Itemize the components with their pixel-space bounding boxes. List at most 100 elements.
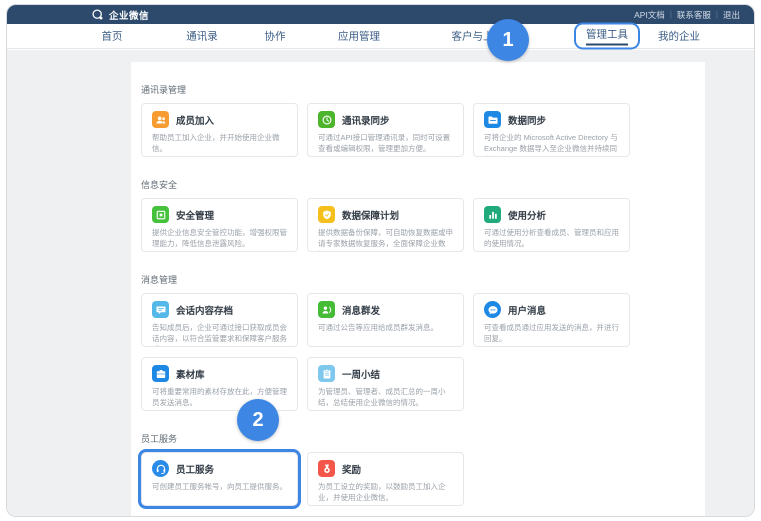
nav-tab-2[interactable]: 通讯录 [186, 29, 218, 44]
browser-window: 企业微信 API文档|联系客服|退出 首页通讯录协作应用管理客户与上下游管理工具… [0, 0, 761, 521]
annotation-badge-1: 1 [487, 19, 529, 61]
section-4: 员工服务员工服务可创建员工服务帐号，向员工提供服务。奖励为员工设立的奖励，以鼓励… [141, 433, 695, 506]
card-header: 使用分析 [484, 206, 621, 223]
nav-tab-label: 我的企业 [658, 31, 700, 43]
card-title: 成员加入 [176, 113, 214, 127]
tool-card[interactable]: 用户消息可查看成员通过应用发送的消息，并进行回复。 [473, 293, 630, 347]
topbar-link-separator: | [670, 10, 672, 19]
card-description: 可查看成员通过应用发送的消息，并进行回复。 [484, 322, 621, 344]
briefcase-icon [152, 365, 169, 382]
card-header: 数据保障计划 [318, 206, 455, 223]
card-title: 安全管理 [176, 208, 214, 222]
tool-card[interactable]: 通讯录同步可通过API接口管理通讯录，同时可设置查看或编辑权限，管理更加方便。 [307, 103, 464, 157]
main-navigation: 首页通讯录协作应用管理客户与上下游管理工具我的企业 [7, 24, 754, 49]
card-header: 奖励 [318, 460, 455, 477]
management-tools-panel: 通讯录管理成员加入帮助员工加入企业，并开始使用企业微信。通讯录同步可通过API接… [131, 62, 705, 516]
tool-card[interactable]: 数据同步可将企业的 Microsoft Active Directory 与 E… [473, 103, 630, 157]
nav-tab-label: 协作 [265, 31, 286, 43]
analytics-icon [484, 206, 501, 223]
card-description: 可通过公告等应用给成员群发消息。 [318, 322, 455, 333]
card-description: 可通过使用分析查看成员、管理员和应用的使用情况。 [484, 227, 621, 249]
card-title: 奖励 [342, 462, 361, 476]
card-description: 可创建员工服务帐号，向员工提供服务。 [152, 481, 289, 492]
tool-card[interactable]: 使用分析可通过使用分析查看成员、管理员和应用的使用情况。 [473, 198, 630, 252]
tool-card[interactable]: 素材库可将重要常用的素材存放在此，方便管理员发送消息。 [141, 357, 298, 411]
nav-tab-label: 首页 [102, 31, 123, 43]
nav-tab-7[interactable]: 我的企业 [658, 29, 700, 44]
sync-icon [318, 111, 335, 128]
card-title: 使用分析 [508, 208, 546, 222]
card-header: 员工服务 [152, 460, 289, 477]
tool-card[interactable]: 奖励为员工设立的奖励，以鼓励员工加入企业，并使用企业微信。 [307, 452, 464, 506]
card-header: 用户消息 [484, 301, 621, 318]
card-title: 数据同步 [508, 113, 546, 127]
nav-tab-label: 通讯录 [186, 31, 218, 43]
medal-icon [318, 460, 335, 477]
card-title: 用户消息 [508, 303, 546, 317]
tool-card[interactable]: 员工服务可创建员工服务帐号，向员工提供服务。 [141, 452, 298, 506]
chat-dots-icon [484, 301, 501, 318]
card-title: 一周小结 [342, 367, 380, 381]
card-header: 消息群发 [318, 301, 455, 318]
card-description: 可通过API接口管理通讯录，同时可设置查看或编辑权限，管理更加方便。 [318, 132, 455, 154]
card-description: 为管理员、管理者、成员汇总的一周小结，总结使用企业微信的情况。 [318, 386, 455, 408]
archive-chat-icon [152, 301, 169, 318]
section-3: 消息管理会话内容存档告知成员后，企业可通过接口获取成员会话内容，以符合监管要求和… [141, 274, 695, 411]
card-description: 为员工设立的奖励，以鼓励员工加入企业，并使用企业微信。 [318, 481, 455, 503]
card-description: 可将企业的 Microsoft Active Directory 与 Excha… [484, 132, 621, 157]
card-title: 通讯录同步 [342, 113, 390, 127]
headset-icon [152, 460, 169, 477]
tool-card[interactable]: 消息群发可通过公告等应用给成员群发消息。 [307, 293, 464, 347]
card-grid: 安全管理提供企业信息安全管控功能，增强权限管理能力，降低信息泄露风险。数据保障计… [141, 198, 630, 252]
brand-name: 企业微信 [109, 8, 149, 22]
card-header: 数据同步 [484, 111, 621, 128]
section-title: 消息管理 [141, 274, 695, 286]
topbar-link-1[interactable]: API文档 [634, 9, 665, 21]
topbar-link-3[interactable]: 退出 [723, 9, 740, 21]
card-title: 数据保障计划 [342, 208, 399, 222]
card-title: 会话内容存档 [176, 303, 233, 317]
wework-admin-window: 企业微信 API文档|联系客服|退出 首页通讯录协作应用管理客户与上下游管理工具… [6, 4, 755, 517]
section-2: 信息安全安全管理提供企业信息安全管控功能，增强权限管理能力，降低信息泄露风险。数… [141, 179, 695, 252]
members-icon [152, 111, 169, 128]
card-description: 提供数据备份保障，可自助恢复数据或申请专家数据恢复服务，全面保障企业数据。 [318, 227, 455, 252]
nav-tab-label: 应用管理 [338, 31, 380, 43]
annotation-badge-2: 2 [237, 399, 279, 441]
tool-card[interactable]: 成员加入帮助员工加入企业，并开始使用企业微信。 [141, 103, 298, 157]
section-title: 信息安全 [141, 179, 695, 191]
section-title: 员工服务 [141, 433, 695, 445]
nav-tab-3[interactable]: 协作 [265, 29, 286, 44]
wework-logo-icon [91, 8, 104, 21]
topbar-links: API文档 | 联系客服 | 退出 [634, 9, 740, 21]
card-description: 提供企业信息安全管控功能，增强权限管理能力，降低信息泄露风险。 [152, 227, 289, 249]
card-header: 成员加入 [152, 111, 289, 128]
section-1: 通讯录管理成员加入帮助员工加入企业，并开始使用企业微信。通讯录同步可通过API接… [141, 84, 695, 157]
broadcast-icon [318, 301, 335, 318]
nav-tab-1[interactable]: 首页 [102, 29, 123, 44]
card-grid: 成员加入帮助员工加入企业，并开始使用企业微信。通讯录同步可通过API接口管理通讯… [141, 103, 630, 157]
topbar-link-separator: | [716, 10, 718, 19]
card-grid: 员工服务可创建员工服务帐号，向员工提供服务。奖励为员工设立的奖励，以鼓励员工加入… [141, 452, 630, 506]
card-title: 员工服务 [176, 462, 214, 476]
topbar-link-2[interactable]: 联系客服 [677, 9, 711, 21]
folder-icon [484, 111, 501, 128]
card-header: 通讯录同步 [318, 111, 455, 128]
top-bar: 企业微信 API文档 | 联系客服 | 退出 [7, 5, 754, 24]
clipboard-icon [318, 365, 335, 382]
tool-card[interactable]: 一周小结为管理员、管理者、成员汇总的一周小结，总结使用企业微信的情况。 [307, 357, 464, 411]
section-title: 通讯录管理 [141, 84, 695, 96]
card-title: 素材库 [176, 367, 205, 381]
tool-card[interactable]: 数据保障计划提供数据备份保障，可自助恢复数据或申请专家数据恢复服务，全面保障企业… [307, 198, 464, 252]
brand[interactable]: 企业微信 [91, 8, 149, 22]
card-header: 会话内容存档 [152, 301, 289, 318]
tool-card[interactable]: 会话内容存档告知成员后，企业可通过接口获取成员会话内容，以符合监管要求和保障客户… [141, 293, 298, 347]
page-background: 通讯录管理成员加入帮助员工加入企业，并开始使用企业微信。通讯录同步可通过API接… [7, 50, 754, 516]
tool-card[interactable]: 安全管理提供企业信息安全管控功能，增强权限管理能力，降低信息泄露风险。 [141, 198, 298, 252]
nav-tab-6[interactable]: 管理工具 [574, 23, 640, 50]
card-title: 消息群发 [342, 303, 380, 317]
card-header: 安全管理 [152, 206, 289, 223]
shield-icon [318, 206, 335, 223]
card-header: 素材库 [152, 365, 289, 382]
nav-tab-4[interactable]: 应用管理 [338, 29, 380, 44]
card-header: 一周小结 [318, 365, 455, 382]
